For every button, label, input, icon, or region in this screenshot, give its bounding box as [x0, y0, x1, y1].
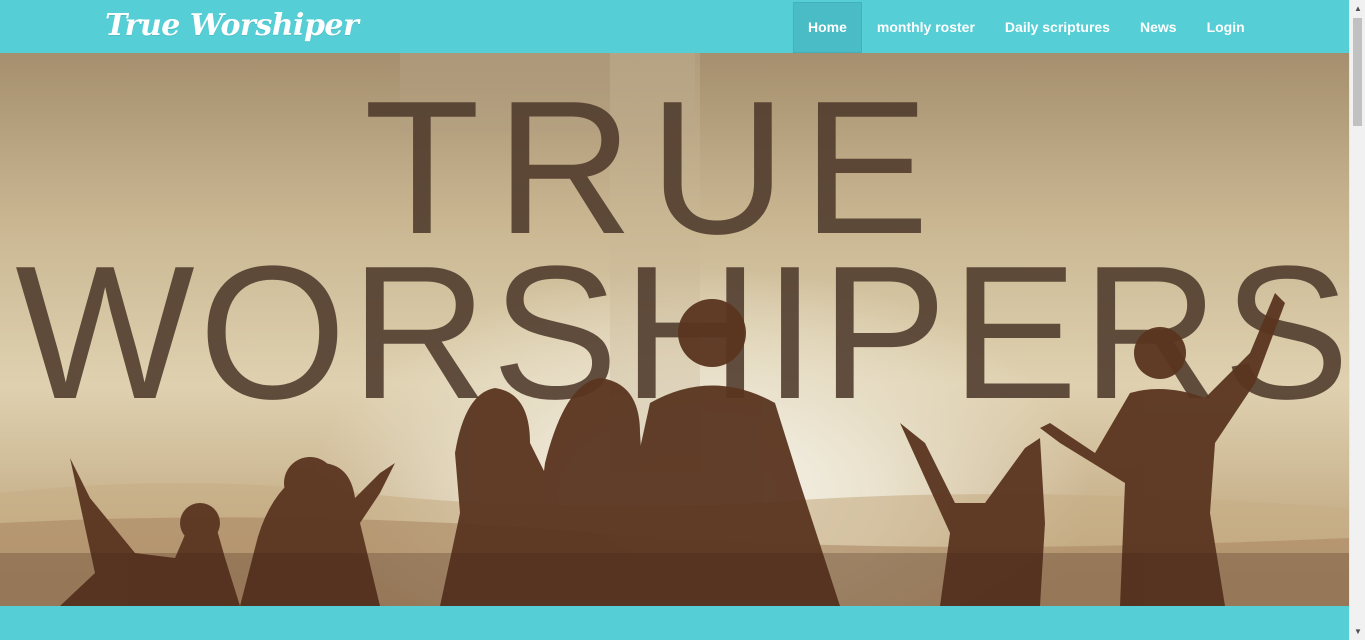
hero-banner: TRUE WORSHIPERS — [0, 53, 1349, 606]
navbar: True Worshiper Home monthly roster Daily… — [0, 0, 1349, 53]
nav-item-home[interactable]: Home — [793, 2, 862, 53]
triangle-down-icon[interactable]: ▼ — [1350, 623, 1365, 640]
nav-item-news[interactable]: News — [1125, 2, 1192, 53]
worshipers-silhouette — [0, 293, 1349, 606]
brand-logo[interactable]: True Worshiper — [105, 6, 359, 46]
nav-item-daily-scriptures[interactable]: Daily scriptures — [990, 2, 1125, 53]
triangle-up-icon[interactable]: ▲ — [1350, 0, 1365, 17]
scroll-thumb[interactable] — [1353, 18, 1362, 126]
page: True Worshiper Home monthly roster Daily… — [0, 0, 1349, 640]
nav-menu: Home monthly roster Daily scriptures New… — [793, 2, 1260, 53]
nav-item-login[interactable]: Login — [1192, 2, 1260, 53]
nav-item-monthly-roster[interactable]: monthly roster — [862, 2, 990, 53]
content-band — [0, 606, 1349, 640]
vertical-scrollbar[interactable]: ▲ ▼ — [1349, 0, 1365, 640]
